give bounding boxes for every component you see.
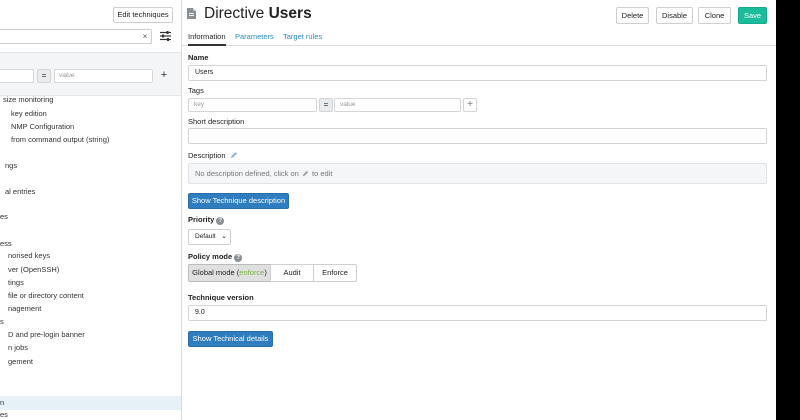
tags-label: Tags	[188, 86, 204, 95]
page-title: Directive Users	[204, 4, 312, 24]
tree-item[interactable]: from command output (string)	[11, 134, 109, 145]
tag-value-input[interactable]: value	[334, 98, 461, 112]
name-input[interactable]: Users	[188, 65, 767, 81]
description-label: Description	[188, 151, 226, 160]
help-icon[interactable]: ?	[216, 217, 225, 225]
directive-tabs: Information Parameters Target rules	[182, 30, 776, 46]
tree-item[interactable]: D and pre-login banner	[8, 329, 85, 340]
tree-item[interactable]: n jobs	[8, 342, 28, 353]
policy-global-suffix: )	[264, 268, 267, 277]
short-description-input[interactable]	[188, 128, 767, 144]
save-button[interactable]: Save	[738, 7, 767, 24]
file-icon	[187, 8, 196, 19]
technique-version-input[interactable]: 9.0	[188, 305, 767, 321]
tree-item[interactable]: es	[0, 211, 8, 222]
clone-button[interactable]: Clone	[698, 7, 731, 24]
title-prefix: Directive	[204, 5, 265, 22]
tree-search-input[interactable]	[0, 29, 152, 44]
description-placeholder-end: to edit	[312, 169, 333, 178]
sliders-icon	[160, 31, 171, 41]
priority-label: Priority	[188, 215, 215, 224]
tab-information[interactable]: Information	[188, 32, 226, 46]
filter-key-input[interactable]	[0, 69, 34, 83]
tree-selected-row	[0, 396, 181, 410]
directive-detail-panel: Directive Users Delete Disable Clone Sav…	[182, 0, 776, 420]
pencil-icon	[302, 170, 309, 177]
tag-equals-sign: =	[319, 98, 333, 112]
policy-global-mode-value: enforce	[239, 268, 265, 277]
pencil-icon[interactable]	[230, 151, 238, 159]
show-technical-details-button[interactable]: Show Technical details	[188, 331, 273, 347]
tree-item[interactable]: size monitoring	[3, 94, 53, 105]
tree-item[interactable]: s	[0, 316, 4, 327]
tree-item[interactable]: ngs	[5, 160, 17, 171]
add-tag-button[interactable]: +	[463, 98, 477, 112]
tab-target-rules[interactable]: Target rules	[283, 32, 322, 42]
priority-select[interactable]: Default ⌄	[188, 229, 231, 245]
tab-parameters[interactable]: Parameters	[235, 32, 274, 42]
name-label: Name	[188, 53, 209, 62]
window-edge	[776, 0, 800, 420]
tag-key-input[interactable]: key	[188, 98, 317, 112]
tree-item[interactable]: key edition	[11, 108, 47, 119]
filter-value-input[interactable]: value	[54, 69, 153, 83]
tree-item[interactable]: tings	[8, 277, 24, 288]
directive-name: Users	[268, 5, 312, 22]
tree-item[interactable]: ess	[0, 238, 12, 249]
tree-item[interactable]: al entries	[5, 186, 35, 197]
tree-item[interactable]: nagement	[8, 303, 41, 314]
show-technique-description-button[interactable]: Show Technique description	[188, 193, 289, 209]
description-label-row: Description	[188, 151, 238, 160]
filter-toggle-button[interactable]	[155, 27, 175, 45]
policy-mode-label-row: Policy mode?	[188, 252, 243, 262]
policy-global-prefix: Global mode (	[192, 268, 240, 277]
help-icon[interactable]: ?	[234, 254, 243, 262]
technique-tree-panel: Edit techniques × = value + size monitor…	[0, 0, 182, 420]
description-box[interactable]: No description defined, click on to edit	[188, 163, 767, 184]
tree-item[interactable]: n	[0, 397, 4, 408]
clear-search-icon[interactable]: ×	[139, 30, 151, 43]
filter-equals-sign: =	[37, 69, 51, 83]
policy-global-mode-button[interactable]: Global mode (enforce)	[188, 264, 271, 282]
tree-item[interactable]: norised keys	[8, 250, 50, 261]
policy-audit-button[interactable]: Audit	[270, 264, 314, 282]
chevron-down-icon: ⌄	[221, 233, 227, 240]
policy-mode-label: Policy mode	[188, 252, 233, 261]
delete-button[interactable]: Delete	[616, 7, 649, 24]
tree-item[interactable]: NMP Configuration	[11, 121, 74, 132]
edit-techniques-button[interactable]: Edit techniques	[113, 7, 173, 23]
tree-item[interactable]: file or directory content	[8, 290, 84, 301]
description-placeholder-start: No description defined, click on	[195, 169, 299, 178]
disable-button[interactable]: Disable	[656, 7, 693, 24]
short-description-label: Short description	[188, 117, 245, 126]
tree-item[interactable]: ver (OpenSSH)	[8, 264, 59, 275]
tree-item[interactable]: gement	[8, 356, 33, 367]
add-filter-button[interactable]: +	[157, 69, 171, 83]
tree-item[interactable]: es	[0, 409, 8, 420]
priority-value: Default	[195, 233, 216, 240]
technique-version-label: Technique version	[188, 293, 254, 302]
priority-label-row: Priority?	[188, 215, 225, 225]
policy-enforce-button[interactable]: Enforce	[313, 264, 357, 282]
